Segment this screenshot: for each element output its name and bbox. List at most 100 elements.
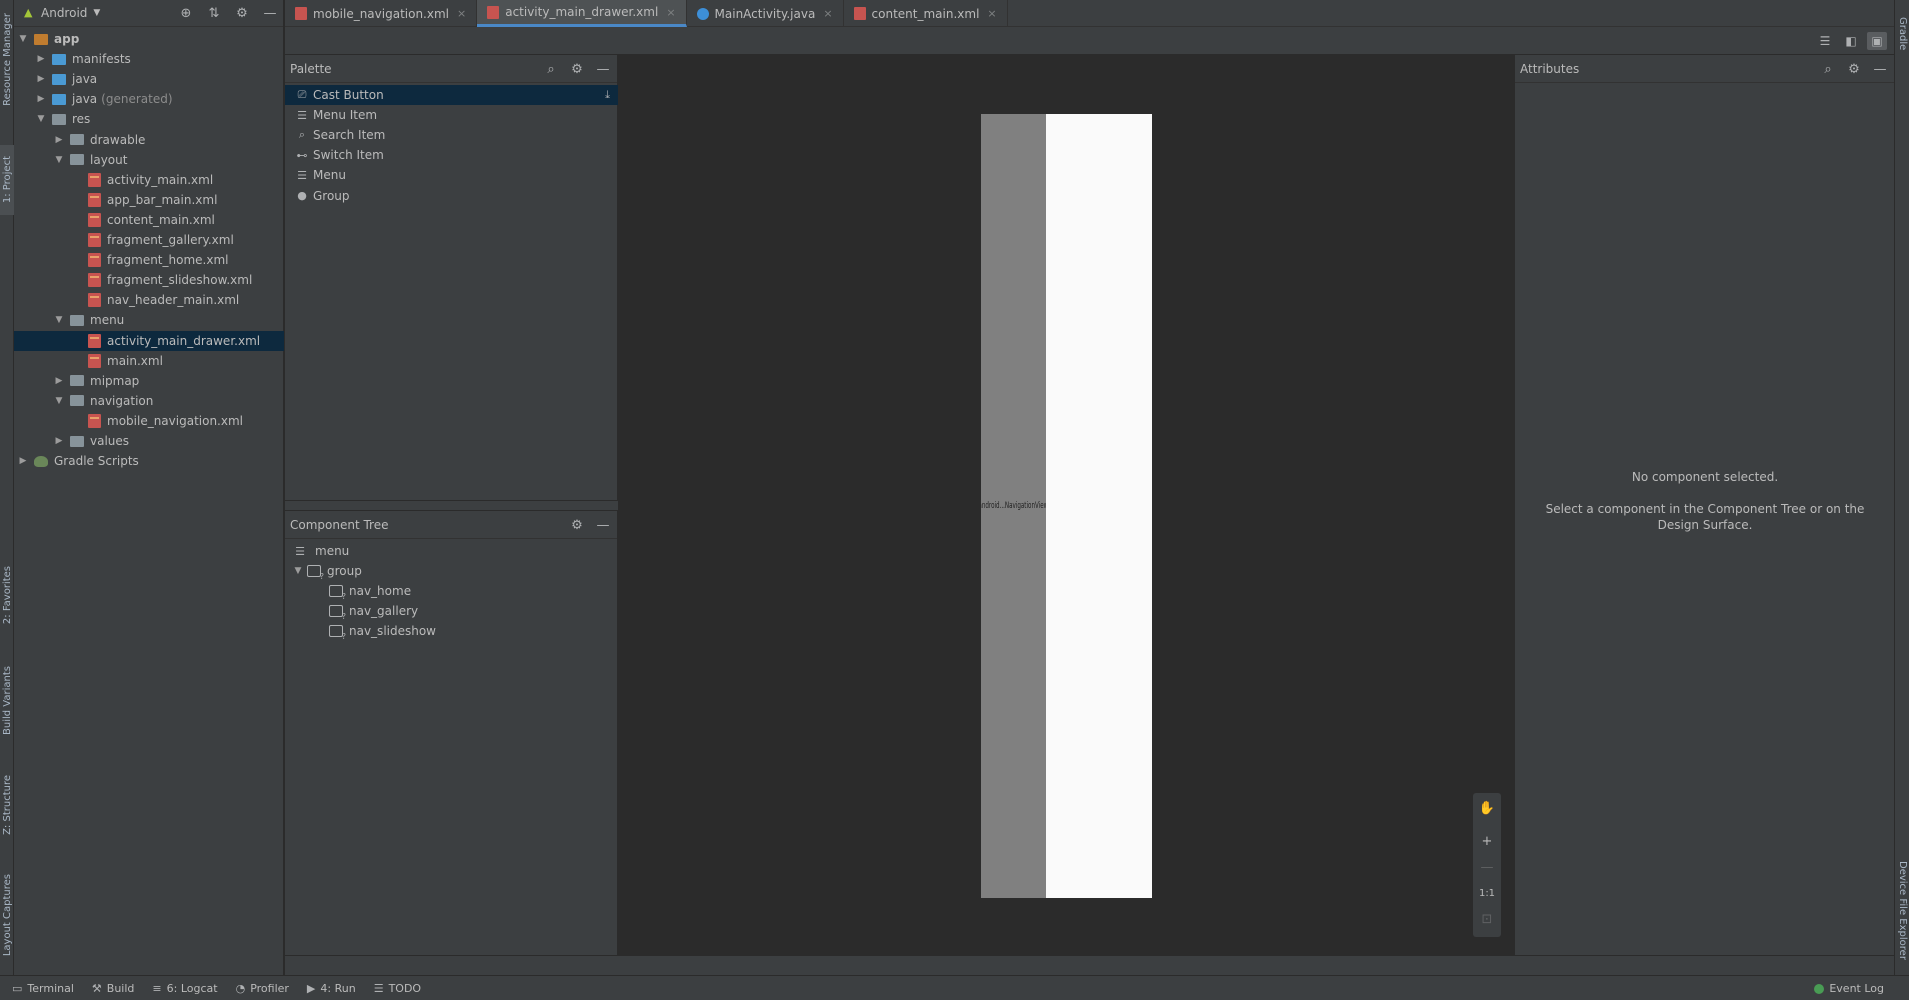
layout-captures-tab[interactable]: Layout Captures xyxy=(0,865,14,965)
collapsed-arrow-icon[interactable]: ▶ xyxy=(18,456,28,466)
tree-item[interactable]: mobile_navigation.xml xyxy=(14,411,284,431)
tool-window-button[interactable]: ▭ Terminal xyxy=(12,982,74,995)
expanded-arrow-icon[interactable]: ▼ xyxy=(54,315,64,325)
collapsed-arrow-icon[interactable]: ▶ xyxy=(36,74,46,84)
locate-icon[interactable]: ⊕ xyxy=(178,5,194,21)
zoom-fit-icon[interactable]: ⊡ xyxy=(1475,908,1499,930)
tree-item[interactable]: content_main.xml xyxy=(14,210,284,230)
palette-item[interactable]: ⎚ Cast Button ⤓ xyxy=(285,85,618,105)
tool-window-button[interactable]: ▶ 4: Run xyxy=(307,982,356,995)
palette-splitter[interactable] xyxy=(285,500,618,511)
collapsed-arrow-icon[interactable]: ▶ xyxy=(36,54,46,64)
palette-item[interactable]: ⊷ Switch Item xyxy=(285,145,618,165)
gradle-tab[interactable]: Gradle xyxy=(1895,4,1909,64)
hide-icon[interactable]: — xyxy=(595,517,611,533)
tool-window-button[interactable]: ◔ Profiler xyxy=(236,982,289,995)
run-icon: ▶ xyxy=(306,981,316,995)
close-icon[interactable]: × xyxy=(666,6,675,19)
palette-item[interactable]: ⌕ Search Item xyxy=(285,125,618,145)
tree-item[interactable]: ▼ menu xyxy=(14,310,284,330)
tree-item[interactable]: fragment_gallery.xml xyxy=(14,230,284,250)
palette-item[interactable]: ☰ Menu xyxy=(285,165,618,185)
build-variants-tab[interactable]: Build Variants xyxy=(0,655,14,745)
tree-item[interactable]: ▶ java xyxy=(14,69,284,89)
project-tab[interactable]: 1: Project xyxy=(0,145,14,215)
event-log-button[interactable]: Event Log xyxy=(1814,982,1884,995)
search-icon[interactable]: ⌕ xyxy=(1820,61,1836,77)
gear-icon[interactable]: ⚙ xyxy=(234,5,250,21)
resource-manager-tab[interactable]: Resource Manager xyxy=(0,4,14,114)
component-tree-node[interactable]: nav_gallery xyxy=(329,601,418,621)
editor-tab[interactable]: MainActivity.java × xyxy=(687,0,844,27)
zoom-in-icon[interactable]: + xyxy=(1475,830,1499,852)
structure-tab[interactable]: Z: Structure xyxy=(0,765,14,845)
collapsed-arrow-icon[interactable]: ▶ xyxy=(54,376,64,386)
tree-item[interactable]: ▶ java (generated) xyxy=(14,89,284,109)
tree-item[interactable]: nav_header_main.xml xyxy=(14,290,284,310)
collapsed-arrow-icon[interactable]: ▶ xyxy=(36,94,46,104)
editor-tab[interactable]: activity_main_drawer.xml × xyxy=(477,0,687,27)
design-view-icon[interactable]: ▣ xyxy=(1867,32,1887,50)
tree-item[interactable]: ▶ drawable xyxy=(14,130,284,150)
component-tree-node[interactable]: nav_slideshow xyxy=(329,621,436,641)
collapse-all-icon[interactable]: ⇅ xyxy=(206,5,222,21)
tree-item[interactable]: ▼ layout xyxy=(14,150,284,170)
component-tree-node[interactable]: ☰ menu xyxy=(293,541,349,561)
tree-item[interactable]: fragment_slideshow.xml xyxy=(14,270,284,290)
expanded-arrow-icon[interactable]: ▼ xyxy=(54,396,64,406)
palette-item[interactable]: ☰ Menu Item xyxy=(285,105,618,125)
expanded-arrow-icon[interactable]: ▼ xyxy=(54,155,64,165)
expanded-arrow-icon[interactable]: ▼ xyxy=(293,566,303,576)
favorites-tab[interactable]: 2: Favorites xyxy=(0,555,14,635)
hide-icon[interactable]: — xyxy=(1872,61,1888,77)
close-icon[interactable]: × xyxy=(987,7,996,20)
gear-icon[interactable]: ⚙ xyxy=(569,61,585,77)
code-view-icon[interactable]: ☰ xyxy=(1815,32,1835,50)
navigation-view[interactable]: android...NavigationView xyxy=(981,114,1046,898)
hide-icon[interactable]: — xyxy=(595,61,611,77)
content-area[interactable] xyxy=(1046,114,1152,898)
tree-item[interactable]: ▶ mipmap xyxy=(14,371,284,391)
tree-item[interactable]: ▼ navigation xyxy=(14,391,284,411)
hide-icon[interactable]: — xyxy=(262,5,278,21)
menu-icon: ☰ xyxy=(297,168,307,182)
tree-item[interactable]: activity_main.xml xyxy=(14,170,284,190)
device-file-explorer-tab[interactable]: Device File Explorer xyxy=(1895,850,1909,970)
pan-hand-icon[interactable]: ✋ xyxy=(1475,797,1499,819)
split-view-icon[interactable]: ◧ xyxy=(1841,32,1861,50)
tree-item[interactable]: main.xml xyxy=(14,351,284,371)
tree-item[interactable]: ▼ app xyxy=(14,29,284,49)
tree-item[interactable]: ▼ res xyxy=(14,109,284,129)
editor-tab[interactable]: mobile_navigation.xml × xyxy=(285,0,478,27)
search-icon[interactable]: ⌕ xyxy=(543,61,559,77)
close-icon[interactable]: × xyxy=(823,7,832,20)
tool-window-button[interactable]: ☰ TODO xyxy=(374,982,421,995)
tool-window-button[interactable]: ⚒ Build xyxy=(92,982,135,995)
profiler-icon: ◔ xyxy=(235,981,246,995)
gear-icon[interactable]: ⚙ xyxy=(569,517,585,533)
tree-item[interactable]: fragment_home.xml xyxy=(14,250,284,270)
device-preview[interactable]: android...NavigationView xyxy=(981,114,1152,898)
tree-item[interactable]: ▶ Gradle Scripts xyxy=(14,451,284,471)
source-folder-icon xyxy=(52,53,66,65)
palette-item[interactable]: ● Group xyxy=(285,186,618,206)
editor-tab[interactable]: content_main.xml × xyxy=(844,0,1008,27)
gear-icon[interactable]: ⚙ xyxy=(1846,61,1862,77)
expanded-arrow-icon[interactable]: ▼ xyxy=(18,34,28,44)
tree-item[interactable]: ▶ values xyxy=(14,431,284,451)
tree-item[interactable]: ▶ manifests xyxy=(14,49,284,69)
component-tree-node[interactable]: nav_home xyxy=(329,581,411,601)
tool-window-button[interactable]: ≡ 6: Logcat xyxy=(152,982,217,995)
tree-item[interactable]: activity_main_drawer.xml xyxy=(14,330,284,351)
zoom-out-icon[interactable]: — xyxy=(1475,856,1499,878)
close-icon[interactable]: × xyxy=(457,7,466,20)
collapsed-arrow-icon[interactable]: ▶ xyxy=(54,436,64,446)
expanded-arrow-icon[interactable]: ▼ xyxy=(36,114,46,124)
download-icon[interactable]: ⤓ xyxy=(605,88,610,102)
component-tree-node[interactable]: ▼ group xyxy=(293,561,362,581)
folder-icon xyxy=(70,154,84,166)
search-icon: ⌕ xyxy=(298,128,306,142)
collapsed-arrow-icon[interactable]: ▶ xyxy=(54,135,64,145)
zoom-reset-button[interactable]: 1:1 xyxy=(1475,882,1499,904)
tree-item[interactable]: app_bar_main.xml xyxy=(14,190,284,210)
